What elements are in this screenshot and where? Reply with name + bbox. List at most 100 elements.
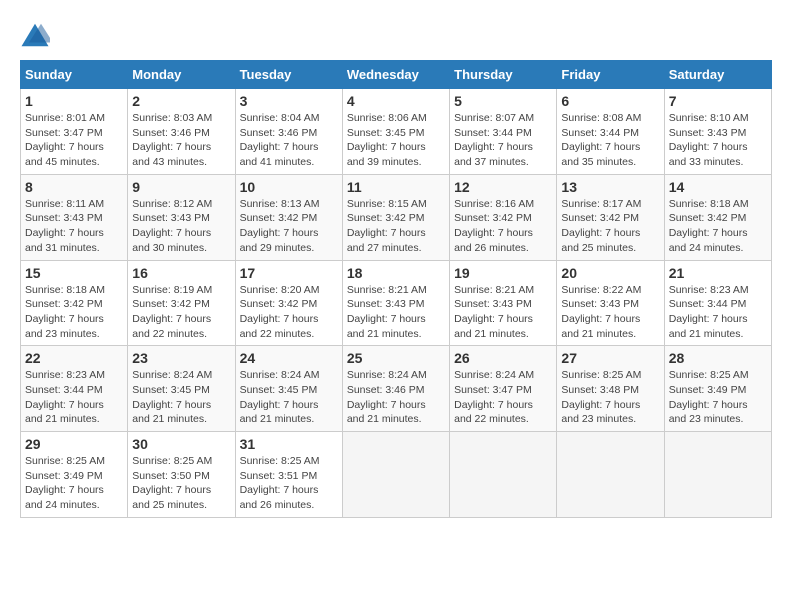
day-info: Sunrise: 8:18 AMSunset: 3:42 PMDaylight:… xyxy=(669,197,767,256)
day-number: 31 xyxy=(240,436,338,452)
week-row-2: 8 Sunrise: 8:11 AMSunset: 3:43 PMDaylight… xyxy=(21,174,772,260)
day-info: Sunrise: 8:25 AMSunset: 3:51 PMDaylight:… xyxy=(240,454,338,513)
day-info: Sunrise: 8:13 AMSunset: 3:42 PMDaylight:… xyxy=(240,197,338,256)
day-number: 7 xyxy=(669,93,767,109)
day-info: Sunrise: 8:24 AMSunset: 3:46 PMDaylight:… xyxy=(347,368,445,427)
day-cell: 24 Sunrise: 8:24 AMSunset: 3:45 PMDayligh… xyxy=(235,346,342,432)
day-cell: 25 Sunrise: 8:24 AMSunset: 3:46 PMDayligh… xyxy=(342,346,449,432)
day-number: 2 xyxy=(132,93,230,109)
day-number: 23 xyxy=(132,350,230,366)
day-number: 17 xyxy=(240,265,338,281)
day-info: Sunrise: 8:21 AMSunset: 3:43 PMDaylight:… xyxy=(347,283,445,342)
day-cell: 21 Sunrise: 8:23 AMSunset: 3:44 PMDayligh… xyxy=(664,260,771,346)
day-number: 26 xyxy=(454,350,552,366)
day-cell: 2 Sunrise: 8:03 AMSunset: 3:46 PMDaylight… xyxy=(128,89,235,175)
day-header-saturday: Saturday xyxy=(664,61,771,89)
day-info: Sunrise: 8:23 AMSunset: 3:44 PMDaylight:… xyxy=(669,283,767,342)
day-cell: 17 Sunrise: 8:20 AMSunset: 3:42 PMDayligh… xyxy=(235,260,342,346)
day-number: 30 xyxy=(132,436,230,452)
day-number: 18 xyxy=(347,265,445,281)
day-info: Sunrise: 8:03 AMSunset: 3:46 PMDaylight:… xyxy=(132,111,230,170)
day-cell: 15 Sunrise: 8:18 AMSunset: 3:42 PMDayligh… xyxy=(21,260,128,346)
day-header-monday: Monday xyxy=(128,61,235,89)
day-number: 19 xyxy=(454,265,552,281)
day-header-tuesday: Tuesday xyxy=(235,61,342,89)
week-row-4: 22 Sunrise: 8:23 AMSunset: 3:44 PMDayligh… xyxy=(21,346,772,432)
day-cell: 29 Sunrise: 8:25 AMSunset: 3:49 PMDayligh… xyxy=(21,432,128,518)
day-number: 27 xyxy=(561,350,659,366)
day-cell: 4 Sunrise: 8:06 AMSunset: 3:45 PMDaylight… xyxy=(342,89,449,175)
day-cell: 1 Sunrise: 8:01 AMSunset: 3:47 PMDaylight… xyxy=(21,89,128,175)
day-number: 22 xyxy=(25,350,123,366)
day-info: Sunrise: 8:06 AMSunset: 3:45 PMDaylight:… xyxy=(347,111,445,170)
day-number: 20 xyxy=(561,265,659,281)
day-info: Sunrise: 8:24 AMSunset: 3:45 PMDaylight:… xyxy=(240,368,338,427)
day-cell: 20 Sunrise: 8:22 AMSunset: 3:43 PMDayligh… xyxy=(557,260,664,346)
day-cell: 19 Sunrise: 8:21 AMSunset: 3:43 PMDayligh… xyxy=(450,260,557,346)
logo xyxy=(20,20,54,50)
day-info: Sunrise: 8:25 AMSunset: 3:49 PMDaylight:… xyxy=(669,368,767,427)
day-info: Sunrise: 8:23 AMSunset: 3:44 PMDaylight:… xyxy=(25,368,123,427)
day-info: Sunrise: 8:24 AMSunset: 3:47 PMDaylight:… xyxy=(454,368,552,427)
day-number: 24 xyxy=(240,350,338,366)
day-cell: 23 Sunrise: 8:24 AMSunset: 3:45 PMDayligh… xyxy=(128,346,235,432)
day-cell: 12 Sunrise: 8:16 AMSunset: 3:42 PMDayligh… xyxy=(450,174,557,260)
day-info: Sunrise: 8:04 AMSunset: 3:46 PMDaylight:… xyxy=(240,111,338,170)
day-cell: 9 Sunrise: 8:12 AMSunset: 3:43 PMDaylight… xyxy=(128,174,235,260)
day-number: 10 xyxy=(240,179,338,195)
day-number: 4 xyxy=(347,93,445,109)
header xyxy=(20,20,772,50)
week-row-1: 1 Sunrise: 8:01 AMSunset: 3:47 PMDaylight… xyxy=(21,89,772,175)
day-cell: 16Sunrise: 8:19 AMSunset: 3:42 PMDayligh… xyxy=(128,260,235,346)
day-number: 13 xyxy=(561,179,659,195)
day-cell: 6 Sunrise: 8:08 AMSunset: 3:44 PMDaylight… xyxy=(557,89,664,175)
day-info: Sunrise: 8:21 AMSunset: 3:43 PMDaylight:… xyxy=(454,283,552,342)
day-info: Sunrise: 8:24 AMSunset: 3:45 PMDaylight:… xyxy=(132,368,230,427)
day-info: Sunrise: 8:25 AMSunset: 3:50 PMDaylight:… xyxy=(132,454,230,513)
day-info: Sunrise: 8:22 AMSunset: 3:43 PMDaylight:… xyxy=(561,283,659,342)
day-cell xyxy=(557,432,664,518)
day-cell: 7Sunrise: 8:10 AMSunset: 3:43 PMDaylight… xyxy=(664,89,771,175)
day-number: 12 xyxy=(454,179,552,195)
day-cell xyxy=(342,432,449,518)
day-header-friday: Friday xyxy=(557,61,664,89)
day-number: 11 xyxy=(347,179,445,195)
day-cell: 28Sunrise: 8:25 AMSunset: 3:49 PMDayligh… xyxy=(664,346,771,432)
day-header-sunday: Sunday xyxy=(21,61,128,89)
day-number: 9 xyxy=(132,179,230,195)
calendar-table: SundayMondayTuesdayWednesdayThursdayFrid… xyxy=(20,60,772,518)
day-cell: 11 Sunrise: 8:15 AMSunset: 3:42 PMDayligh… xyxy=(342,174,449,260)
day-info: Sunrise: 8:12 AMSunset: 3:43 PMDaylight:… xyxy=(132,197,230,256)
day-cell: 27 Sunrise: 8:25 AMSunset: 3:48 PMDayligh… xyxy=(557,346,664,432)
day-info: Sunrise: 8:16 AMSunset: 3:42 PMDaylight:… xyxy=(454,197,552,256)
day-info: Sunrise: 8:18 AMSunset: 3:42 PMDaylight:… xyxy=(25,283,123,342)
day-number: 21 xyxy=(669,265,767,281)
day-cell xyxy=(450,432,557,518)
day-cell: 18 Sunrise: 8:21 AMSunset: 3:43 PMDayligh… xyxy=(342,260,449,346)
day-cell: 14 Sunrise: 8:18 AMSunset: 3:42 PMDayligh… xyxy=(664,174,771,260)
day-number: 3 xyxy=(240,93,338,109)
day-info: Sunrise: 8:25 AMSunset: 3:48 PMDaylight:… xyxy=(561,368,659,427)
day-cell: 10 Sunrise: 8:13 AMSunset: 3:42 PMDayligh… xyxy=(235,174,342,260)
day-number: 1 xyxy=(25,93,123,109)
day-number: 8 xyxy=(25,179,123,195)
day-info: Sunrise: 8:07 AMSunset: 3:44 PMDaylight:… xyxy=(454,111,552,170)
day-info: Sunrise: 8:25 AMSunset: 3:49 PMDaylight:… xyxy=(25,454,123,513)
day-info: Sunrise: 8:08 AMSunset: 3:44 PMDaylight:… xyxy=(561,111,659,170)
day-info: Sunrise: 8:20 AMSunset: 3:42 PMDaylight:… xyxy=(240,283,338,342)
day-info: Sunrise: 8:11 AMSunset: 3:43 PMDaylight:… xyxy=(25,197,123,256)
day-number: 14 xyxy=(669,179,767,195)
day-number: 29 xyxy=(25,436,123,452)
day-cell: 3 Sunrise: 8:04 AMSunset: 3:46 PMDaylight… xyxy=(235,89,342,175)
header-row: SundayMondayTuesdayWednesdayThursdayFrid… xyxy=(21,61,772,89)
day-number: 15 xyxy=(25,265,123,281)
day-cell: 31 Sunrise: 8:25 AMSunset: 3:51 PMDayligh… xyxy=(235,432,342,518)
day-info: Sunrise: 8:15 AMSunset: 3:42 PMDaylight:… xyxy=(347,197,445,256)
day-cell: 26 Sunrise: 8:24 AMSunset: 3:47 PMDayligh… xyxy=(450,346,557,432)
day-cell: 22 Sunrise: 8:23 AMSunset: 3:44 PMDayligh… xyxy=(21,346,128,432)
day-number: 6 xyxy=(561,93,659,109)
day-cell: 8 Sunrise: 8:11 AMSunset: 3:43 PMDaylight… xyxy=(21,174,128,260)
day-info: Sunrise: 8:01 AMSunset: 3:47 PMDaylight:… xyxy=(25,111,123,170)
day-number: 16 xyxy=(132,265,230,281)
day-number: 25 xyxy=(347,350,445,366)
